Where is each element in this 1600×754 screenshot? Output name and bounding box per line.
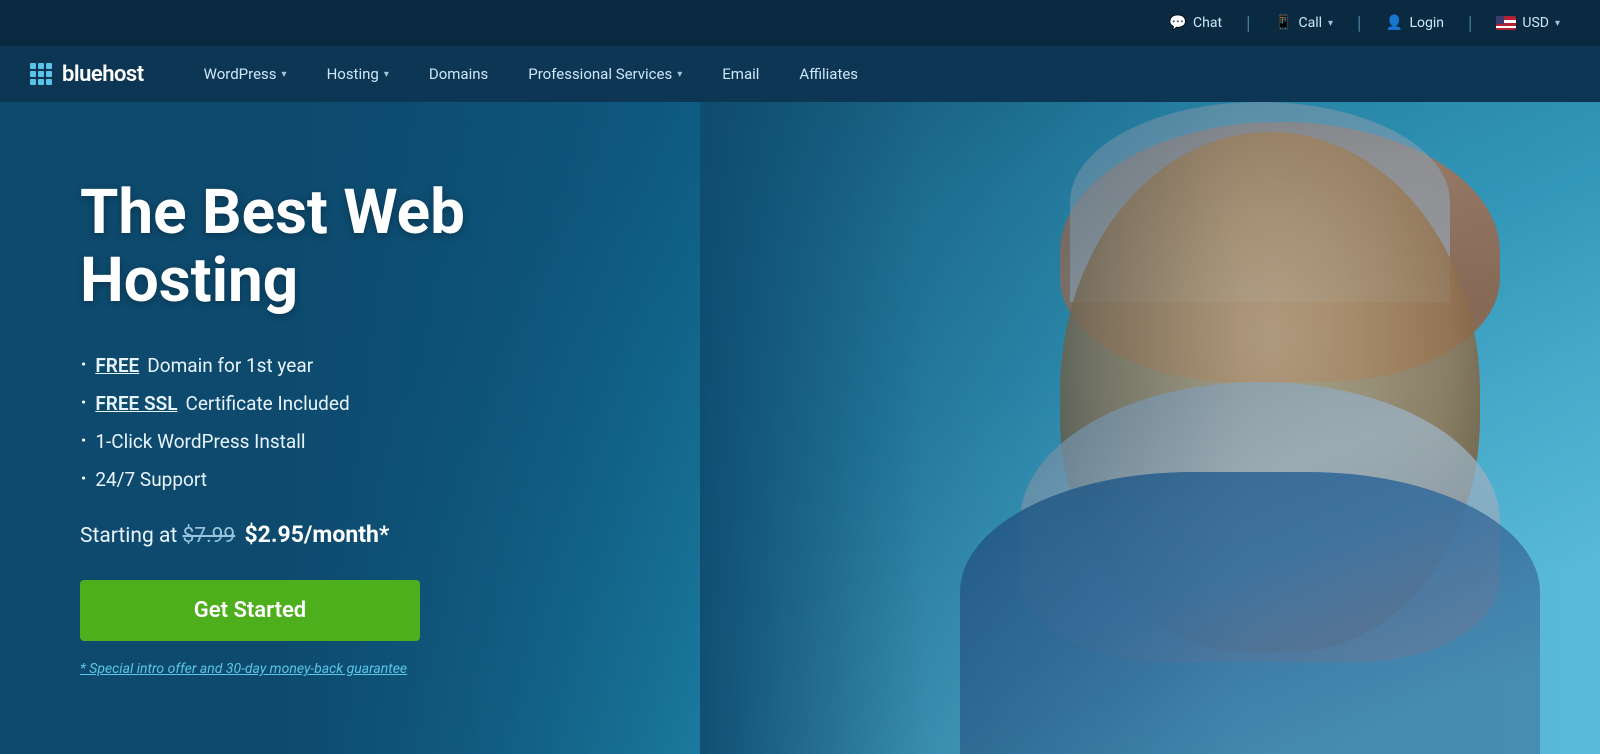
phone-icon: 📱 [1274, 16, 1292, 30]
nav-item-email[interactable]: Email [702, 46, 779, 102]
divider-1: | [1246, 13, 1250, 34]
feature-wordpress-text: 1-Click WordPress Install [95, 430, 305, 453]
feature-ssl-text: Certificate Included [185, 392, 349, 415]
nav-label-wordpress: WordPress [204, 65, 277, 83]
nav-item-wordpress[interactable]: WordPress ▾ [184, 46, 307, 102]
hero-title: The Best Web Hosting [80, 179, 620, 315]
main-nav: bluehost WordPress ▾ Hosting ▾ Domains P… [0, 46, 1600, 102]
nav-item-domains[interactable]: Domains [409, 46, 508, 102]
nav-item-professional-services[interactable]: Professional Services ▾ [508, 46, 702, 102]
user-icon: 👤 [1385, 16, 1403, 30]
logo-grid-icon [30, 63, 52, 85]
nav-label-email: Email [722, 65, 759, 83]
currency-label: USD [1522, 15, 1549, 31]
feature-support-text: 24/7 Support [95, 468, 207, 491]
hero-content: The Best Web Hosting FREE Domain for 1st… [0, 119, 700, 737]
get-started-button[interactable]: Get Started [80, 580, 420, 641]
brand-name: bluehost [62, 62, 144, 87]
feature-free-ssl: FREE SSL Certificate Included [80, 389, 620, 417]
divider-2: | [1357, 13, 1361, 34]
pricing-prefix: Starting at [80, 524, 182, 548]
hero-features-list: FREE Domain for 1st year FREE SSL Certif… [80, 351, 620, 493]
disclaimer-text[interactable]: * Special intro offer and 30-day money-b… [80, 661, 620, 677]
feature-ssl-label: FREE SSL [95, 392, 177, 415]
feature-support: 24/7 Support [80, 465, 620, 493]
nav-item-hosting[interactable]: Hosting ▾ [307, 46, 409, 102]
nav-label-affiliates: Affiliates [799, 65, 858, 83]
feature-free-domain: FREE Domain for 1st year [80, 351, 620, 379]
logo[interactable]: bluehost [30, 62, 144, 87]
nav-label-professional-services: Professional Services [528, 65, 672, 83]
divider-3: | [1468, 13, 1472, 34]
nav-item-affiliates[interactable]: Affiliates [779, 46, 878, 102]
nav-label-hosting: Hosting [327, 65, 379, 83]
login-label: Login [1409, 15, 1444, 31]
currency-chevron-icon: ▾ [1555, 18, 1560, 29]
chat-label: Chat [1193, 15, 1222, 31]
call-chevron-icon: ▾ [1328, 18, 1333, 29]
flag-icon [1496, 16, 1516, 30]
wordpress-chevron-icon: ▾ [282, 69, 287, 80]
currency-selector[interactable]: USD ▾ [1496, 15, 1560, 31]
feature-wordpress: 1-Click WordPress Install [80, 427, 620, 455]
pricing-line: Starting at $7.99 $2.95/month* [80, 521, 620, 548]
hero-section: The Best Web Hosting FREE Domain for 1st… [0, 102, 1600, 754]
feature-free-label: FREE [95, 354, 139, 377]
nav-items: WordPress ▾ Hosting ▾ Domains Profession… [184, 46, 1570, 102]
call-link[interactable]: 📱 Call ▾ [1274, 15, 1333, 31]
call-label: Call [1298, 15, 1322, 31]
chat-icon: 💬 [1169, 16, 1187, 30]
chat-link[interactable]: 💬 Chat [1169, 15, 1222, 31]
new-price: $2.95/month* [244, 521, 389, 548]
professional-services-chevron-icon: ▾ [677, 69, 682, 80]
hero-overlay [700, 102, 1600, 754]
nav-label-domains: Domains [429, 65, 488, 83]
login-link[interactable]: 👤 Login [1385, 15, 1444, 31]
old-price: $7.99 [182, 524, 235, 548]
top-utility-bar: 💬 Chat | 📱 Call ▾ | 👤 Login | USD ▾ [0, 0, 1600, 46]
cta-button-label: Get Started [194, 598, 306, 623]
hosting-chevron-icon: ▾ [384, 69, 389, 80]
feature-domain-text: Domain for 1st year [147, 354, 313, 377]
